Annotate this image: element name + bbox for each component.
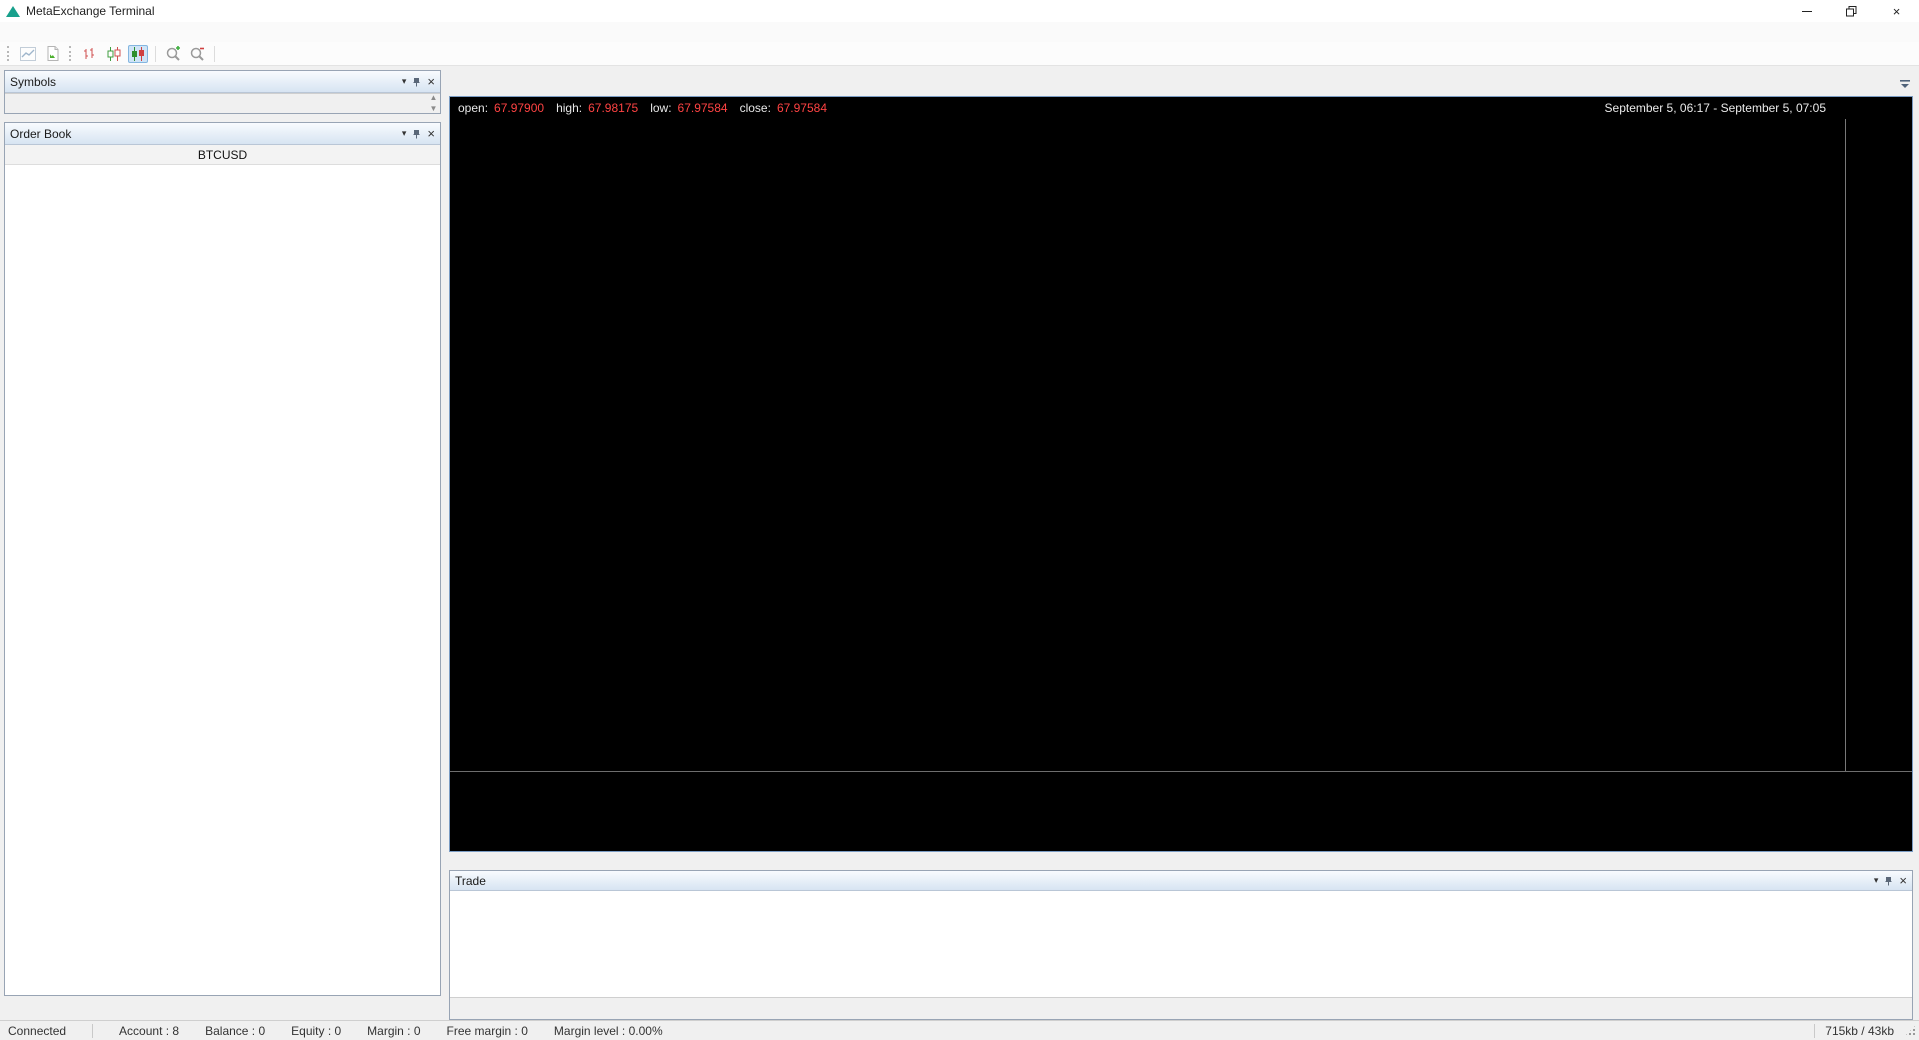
- statusbar: Connected Account : 8 Balance : 0 Equity…: [0, 1020, 1919, 1040]
- symbols-panel-header: Symbols ▾ ×: [5, 71, 440, 93]
- right-column: open: 67.97900 high: 67.98175 low: 67.97…: [445, 66, 1919, 1020]
- orderbook-panel-header: Order Book ▾ ×: [5, 123, 440, 145]
- ohlc-low-label: low:: [650, 101, 672, 115]
- ohlc-open-label: open:: [458, 101, 489, 115]
- ohlc-low-value: 67.97584: [677, 101, 728, 115]
- symbols-panel: Symbols ▾ × ▲ ▼: [4, 70, 441, 114]
- left-column: Symbols ▾ × ▲ ▼ Order Book ▾ × BTCUSD: [0, 66, 445, 1020]
- ohlc-high-value: 67.98175: [588, 101, 639, 115]
- toolbar: [0, 42, 1919, 66]
- close-icon[interactable]: ×: [427, 127, 435, 140]
- line-chart-icon[interactable]: [18, 45, 38, 63]
- ohlc-bar: open: 67.97900 high: 67.98175 low: 67.97…: [450, 97, 1912, 119]
- pin-icon[interactable]: [1884, 876, 1893, 886]
- chart-plot[interactable]: [450, 119, 1845, 771]
- ohlc-close-label: close:: [739, 101, 771, 115]
- panel-menu-icon[interactable]: ▾: [402, 76, 407, 87]
- symbols-panel-tabs: [5, 93, 440, 113]
- scroll-up-icon[interactable]: ▲: [430, 93, 438, 102]
- trade-empty-area: [450, 891, 1912, 997]
- trade-panel: Trade ▾ ×: [449, 870, 1913, 1020]
- time-axis[interactable]: [450, 771, 1912, 797]
- margin-level-status: Margin level : 0.00%: [553, 1023, 663, 1038]
- orderbook-empty-area: [5, 165, 440, 995]
- trade-panel-tabs: [450, 997, 1912, 1019]
- equity-status: Equity : 0: [291, 1023, 342, 1038]
- panel-menu-icon[interactable]: ▾: [1874, 875, 1879, 886]
- zoom-in-icon[interactable]: [163, 45, 183, 63]
- connection-status: Connected: [8, 1023, 67, 1038]
- window-controls: ×: [1784, 0, 1919, 22]
- app-window: MetaExchange Terminal × Symbols ▾ × ▲ ▼ …: [0, 0, 1919, 1040]
- ohlc-high-label: high:: [556, 101, 583, 115]
- toolbar-grip[interactable]: [69, 46, 73, 61]
- chart-date-range: September 5, 06:17 - September 5, 07:05: [1604, 101, 1826, 115]
- restore-button[interactable]: [1829, 0, 1874, 22]
- orderbook-panel-title: Order Book: [10, 126, 72, 141]
- candlestick-filled-type-icon[interactable]: [128, 44, 148, 63]
- resize-grip[interactable]: [1904, 1024, 1917, 1037]
- main-area: Symbols ▾ × ▲ ▼ Order Book ▾ × BTCUSD op…: [0, 66, 1919, 1020]
- restore-icon: [1846, 5, 1857, 16]
- scroll-down-icon[interactable]: ▼: [430, 104, 438, 113]
- statusbar-separator: [92, 1023, 94, 1038]
- price-axis[interactable]: [1845, 119, 1912, 771]
- chart-minimap[interactable]: [450, 809, 1845, 843]
- toolbar-separator: [155, 45, 156, 62]
- chart-tabbar: [449, 72, 1913, 96]
- window-title: MetaExchange Terminal: [26, 4, 155, 18]
- balance-status: Balance : 0: [205, 1023, 266, 1038]
- account-status: Account : 8: [119, 1023, 180, 1038]
- minimize-button[interactable]: [1784, 0, 1829, 22]
- candlestick-outline-type-icon[interactable]: [104, 45, 124, 63]
- menubar: [0, 22, 1919, 42]
- statusbar-separator: [1814, 1023, 1816, 1038]
- titlebar: MetaExchange Terminal ×: [0, 0, 1919, 22]
- free-margin-status: Free margin : 0: [446, 1023, 528, 1038]
- pin-icon[interactable]: [412, 129, 421, 139]
- close-button[interactable]: ×: [1874, 0, 1919, 22]
- zoom-out-icon[interactable]: [187, 45, 207, 63]
- toolbar-grip[interactable]: [7, 46, 11, 61]
- margin-status: Margin : 0: [367, 1023, 421, 1038]
- chart-window: open: 67.97900 high: 67.98175 low: 67.97…: [449, 96, 1913, 852]
- profile-page-icon[interactable]: [42, 45, 62, 63]
- traffic-status: 715kb / 43kb: [1825, 1023, 1894, 1038]
- orderbook-symbol: BTCUSD: [5, 145, 440, 165]
- ohlc-close-value: 67.97584: [776, 101, 828, 115]
- close-icon[interactable]: ×: [1899, 874, 1907, 887]
- left-panel-tabs: [4, 996, 441, 1020]
- bar-chart-type-icon[interactable]: [80, 45, 100, 63]
- pin-icon[interactable]: [412, 77, 421, 87]
- panel-menu-icon[interactable]: ▾: [402, 128, 407, 139]
- close-icon[interactable]: ×: [427, 75, 435, 88]
- trade-panel-title: Trade: [455, 873, 486, 888]
- orderbook-panel: Order Book ▾ × BTCUSD: [4, 122, 441, 996]
- ohlc-open-value: 67.97900: [494, 101, 545, 115]
- symbols-panel-title: Symbols: [10, 74, 57, 89]
- trade-panel-header: Trade ▾ ×: [450, 871, 1912, 891]
- toolbar-separator: [214, 45, 215, 62]
- app-logo-icon: [6, 5, 20, 17]
- chart-list-dropdown-icon[interactable]: [1899, 77, 1911, 95]
- chart-plot-row: [450, 119, 1912, 771]
